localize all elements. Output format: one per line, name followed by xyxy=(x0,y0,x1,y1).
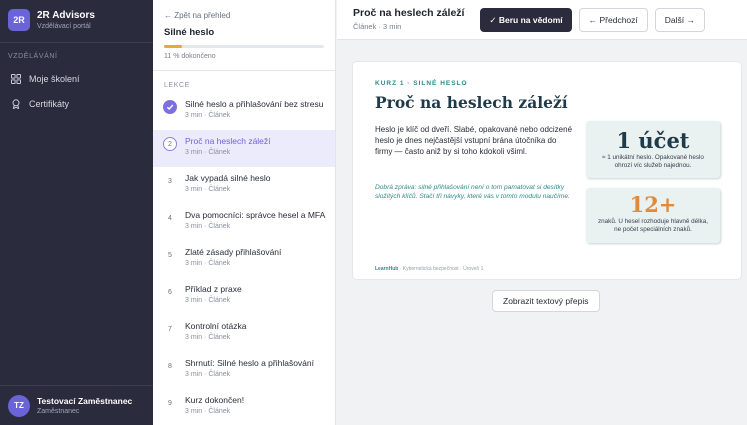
sidebar-item-certificates[interactable]: Certifikáty xyxy=(0,91,153,116)
lesson-meta: 3 min · Článek xyxy=(185,186,231,193)
lesson-header: Proč na heslech záleží Článek · 3 min ✓ … xyxy=(337,0,747,40)
lesson-number: 8 xyxy=(168,362,172,370)
lesson-title: Příklad z praxe xyxy=(185,284,242,294)
lesson-meta: 3 min · Článek xyxy=(185,260,231,267)
course-title: Silné heslo xyxy=(164,27,215,38)
progress-fill xyxy=(164,45,182,48)
progress-bar xyxy=(164,45,324,48)
slide-title: Proč na heslech záleží xyxy=(375,93,568,112)
lesson-number: 7 xyxy=(168,325,172,333)
stat-card-accounts: 1 účet ≈ 1 unikátní heslo. Opakované hes… xyxy=(586,121,720,178)
lesson-title: Shrnutí: Silné heslo a přihlašování xyxy=(185,358,314,368)
brand[interactable]: 2R 2R Advisors Vzdělávací portál xyxy=(0,0,153,40)
sidebar-section-label: VZDĚLÁVÁNÍ xyxy=(8,53,58,60)
lesson-content: Proč na heslech záleží Článek · 3 min ✓ … xyxy=(337,0,747,425)
stat-value: 1 účet xyxy=(616,128,690,153)
user-name: Testovací Zaměstnanec xyxy=(37,395,133,406)
check-icon xyxy=(163,100,177,114)
lesson-number: 9 xyxy=(168,399,172,407)
lesson-title: Proč na heslech záleží xyxy=(185,136,271,146)
lesson-meta: 3 min · Článek xyxy=(185,223,231,230)
brand-logo: 2R xyxy=(8,9,30,31)
slide-footer: LearnHub · Kybernetická bezpečnost · Úro… xyxy=(375,266,483,272)
slide-footer-text: · Kybernetická bezpečnost · Úroveň 1 xyxy=(399,266,484,272)
acknowledge-button[interactable]: ✓ Beru na vědomí xyxy=(480,8,572,32)
sidebar-item-label: Certifikáty xyxy=(29,98,70,109)
lesson-title: Kurz dokončen! xyxy=(185,395,245,405)
lesson-title: Silné heslo a přihlašování bez stresu xyxy=(185,99,324,109)
lesson-number: 4 xyxy=(168,214,172,222)
lesson-item-8[interactable]: 8 Shrnutí: Silné heslo a přihlašování 3 … xyxy=(153,352,335,389)
page-subtitle: Článek · 3 min xyxy=(353,22,402,31)
lesson-item-7[interactable]: 7 Kontrolní otázka 3 min · Článek xyxy=(153,315,335,352)
stat-description: ≈ 1 unikátní heslo. Opakované heslo ohro… xyxy=(602,154,704,169)
stat-card-length: 12+ znaků. U hesel rozhoduje hlavně délk… xyxy=(586,188,720,243)
app-sidebar: 2R 2R Advisors Vzdělávací portál VZDĚLÁV… xyxy=(0,0,153,425)
lesson-item-2[interactable]: 2 Proč na heslech záleží 3 min · Článek xyxy=(153,130,335,167)
sidebar-item-my-trainings[interactable]: Moje školení xyxy=(0,66,153,91)
avatar: TZ xyxy=(8,394,30,417)
user-role: Zaměstnanec xyxy=(37,407,80,415)
slide-body: Heslo je klíč od dveří. Slabé, opakované… xyxy=(375,125,573,157)
grid-icon xyxy=(11,73,21,84)
progress-text: 11 % dokončeno xyxy=(164,53,216,60)
lesson-number: 2 xyxy=(163,137,177,151)
lesson-meta: 3 min · Článek xyxy=(185,371,231,378)
brand-name: 2R Advisors xyxy=(37,9,95,21)
brand-subtitle: Vzdělávací portál xyxy=(37,22,91,30)
next-button[interactable]: Další → xyxy=(654,8,705,32)
lessons-section-label: LEKCE xyxy=(164,82,190,89)
slide-kicker: KURZ 1 · SILNÉ HESLO xyxy=(375,80,468,87)
award-icon xyxy=(12,98,20,109)
user-profile[interactable]: TZ Testovací Zaměstnanec Zaměstnanec xyxy=(0,385,153,425)
previous-button[interactable]: ← Předchozí xyxy=(578,8,648,32)
lesson-slide: KURZ 1 · SILNÉ HESLO Proč na heslech zál… xyxy=(353,62,741,279)
lesson-item-6[interactable]: 6 Příklad z praxe 3 min · Článek xyxy=(153,278,335,315)
lesson-number: 5 xyxy=(168,251,172,259)
lesson-item-5[interactable]: 5 Zlaté zásady přihlašování 3 min · Člán… xyxy=(153,241,335,278)
lesson-title: Dva pomocníci: správce hesel a MFA xyxy=(185,210,326,220)
lesson-item-3[interactable]: 3 Jak vypadá silné heslo 3 min · Článek xyxy=(153,167,335,204)
show-transcript-button[interactable]: Zobrazit textový přepis xyxy=(492,290,600,312)
lesson-panel: ← Zpět na přehled Silné heslo 11 % dokon… xyxy=(153,0,336,425)
lesson-title: Jak vypadá silné heslo xyxy=(185,173,271,183)
slide-footer-brand: LearnHub xyxy=(375,266,399,272)
lesson-meta: 3 min · Článek xyxy=(185,149,231,156)
stat-description: znaků. U hesel rozhoduje hlavně délka, n… xyxy=(598,218,708,233)
page-title: Proč na heslech záleží xyxy=(353,7,465,19)
back-to-overview-link[interactable]: ← Zpět na přehled xyxy=(153,0,335,22)
stat-value: 12+ xyxy=(629,192,677,217)
lesson-meta: 3 min · Článek xyxy=(185,334,231,341)
lesson-number: 3 xyxy=(168,177,172,185)
lesson-meta: 3 min · Článek xyxy=(185,408,231,415)
slide-note: Dobrá zpráva: silné přihlašování není o … xyxy=(375,184,570,200)
lesson-meta: 3 min · Článek xyxy=(185,112,231,119)
lesson-meta: 3 min · Článek xyxy=(185,297,231,304)
lesson-title: Zlaté zásady přihlašování xyxy=(185,247,282,257)
lesson-item-1[interactable]: Silné heslo a přihlašování bez stresu 3 … xyxy=(153,93,335,130)
lesson-item-4[interactable]: 4 Dva pomocníci: správce hesel a MFA 3 m… xyxy=(153,204,335,241)
lesson-number: 6 xyxy=(168,288,172,296)
lesson-item-9[interactable]: 9 Kurz dokončen! 3 min · Článek xyxy=(153,389,335,425)
lesson-title: Kontrolní otázka xyxy=(185,321,247,331)
sidebar-item-label: Moje školení xyxy=(29,73,80,84)
